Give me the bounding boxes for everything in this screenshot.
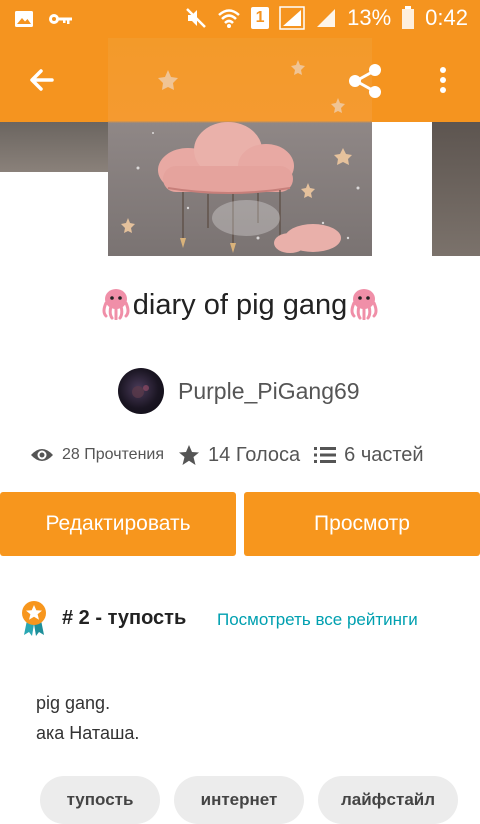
view-all-rankings-link[interactable]: Посмотреть все рейтинги <box>217 610 418 630</box>
description-line: ака Наташа. <box>36 723 140 743</box>
wifi-icon <box>218 9 240 28</box>
story-stats: 28 Прочтения 14 Голоса 6 частей <box>30 440 438 470</box>
arrow-left-icon <box>30 69 54 91</box>
share-icon <box>349 64 381 98</box>
author-name[interactable]: Purple_PiGang69 <box>178 378 360 405</box>
parts-count: 6 частей <box>344 443 424 466</box>
cover-blur-left <box>0 122 108 172</box>
battery-percent: 13% <box>347 5 392 30</box>
status-bar: 1 13% 0:42 <box>0 0 480 38</box>
reads-count: 28 Прочтения <box>62 446 165 463</box>
votes-stat: 14 Голоса <box>178 444 300 467</box>
parts-stat[interactable]: 6 частей <box>314 443 424 467</box>
tag-list: тупость интернет лайфстайл <box>40 776 458 824</box>
tag-chip[interactable]: тупость <box>40 776 160 824</box>
eye-icon <box>31 449 53 461</box>
gallery-notification-icon <box>15 11 33 27</box>
tag-chip[interactable]: лайфстайл <box>318 776 458 824</box>
rank-label: # 2 - тупость <box>62 606 187 629</box>
clock: 0:42 <box>425 5 468 30</box>
battery-icon <box>402 6 415 29</box>
list-icon <box>314 447 337 463</box>
sim-slot-badge: 1 <box>251 7 270 29</box>
votes-count: 14 Голоса <box>208 443 301 466</box>
story-description: pig gang. ака Наташа. <box>36 688 139 748</box>
key-notification-icon <box>49 14 72 24</box>
edit-button[interactable]: Редактировать <box>0 492 236 556</box>
signal-2-icon <box>317 9 336 27</box>
octopus-icon <box>347 286 381 328</box>
award-badge-icon <box>22 601 46 636</box>
octopus-icon <box>99 286 133 328</box>
ranking-row: # 2 - тупость <box>20 600 186 636</box>
story-title: diary of pig gang <box>0 286 480 328</box>
app-bar <box>0 38 480 122</box>
share-button[interactable] <box>342 58 388 104</box>
description-line: pig gang. <box>36 693 111 713</box>
cover-blur-right <box>432 122 480 256</box>
more-options-button[interactable] <box>428 60 458 100</box>
tag-chip[interactable]: интернет <box>174 776 304 824</box>
more-vert-icon <box>440 67 446 93</box>
star-icon <box>179 445 200 465</box>
reads-stat: 28 Прочтения <box>30 446 164 464</box>
mute-icon <box>186 8 207 28</box>
story-title-text: diary of pig gang <box>132 289 348 321</box>
signal-icon <box>279 6 305 30</box>
view-button[interactable]: Просмотр <box>244 492 480 556</box>
avatar[interactable] <box>118 368 164 414</box>
author-row[interactable]: Purple_PiGang69 <box>118 368 360 414</box>
back-button[interactable] <box>22 60 62 100</box>
